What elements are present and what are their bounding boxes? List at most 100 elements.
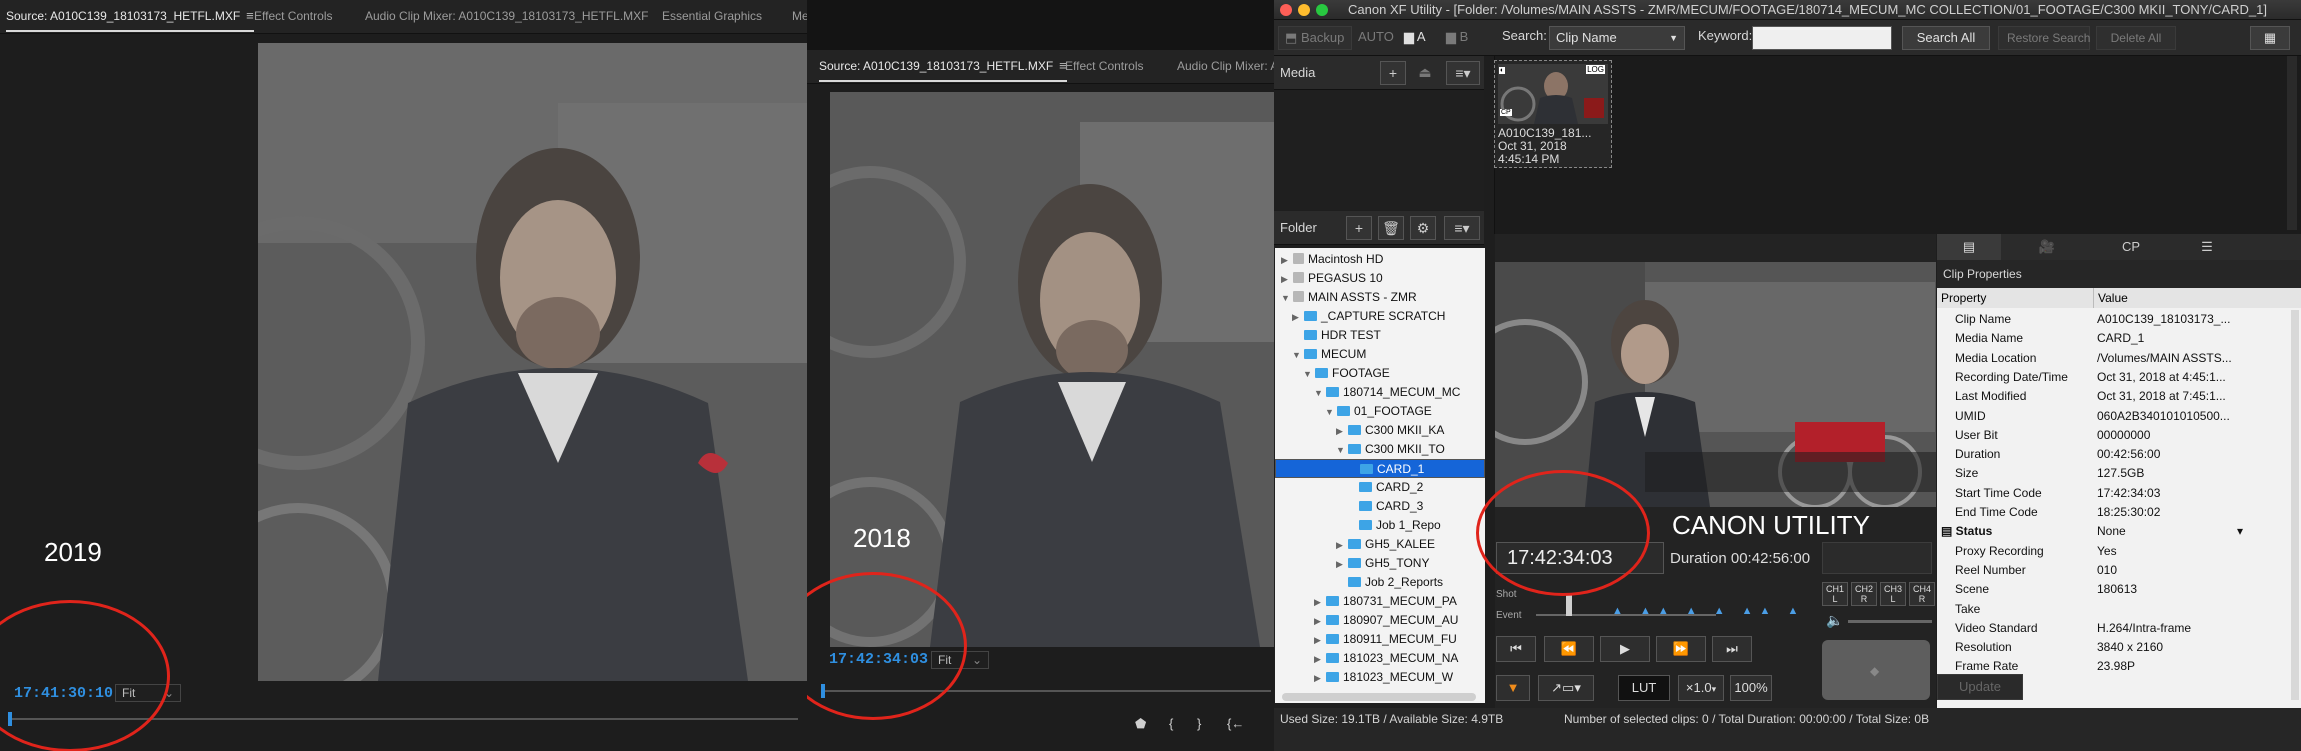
audio-channel-button[interactable]: CH4 R bbox=[1909, 582, 1935, 606]
folder-tree-item[interactable]: Job 1_Repo bbox=[1275, 516, 1485, 535]
collapsed-arrow-icon[interactable]: ▶ bbox=[1314, 650, 1324, 668]
folder-tree-item[interactable]: HDR TEST bbox=[1275, 326, 1485, 345]
step-forward-button[interactable]: ⏩ bbox=[1656, 636, 1706, 662]
minimize-window-icon[interactable] bbox=[1298, 4, 1310, 16]
property-row[interactable]: End Time Code 18:25:30:02 bbox=[1937, 503, 2301, 522]
tab-audio-clip-mixer[interactable]: Audio Clip Mixer: A010C139_18103173_HETF… bbox=[365, 0, 649, 34]
add-folder-button[interactable]: + bbox=[1346, 216, 1372, 240]
lut-button[interactable]: LUT bbox=[1618, 675, 1670, 701]
collapsed-arrow-icon[interactable]: ▶ bbox=[1336, 422, 1346, 440]
go-to-start-button[interactable]: ⏮ bbox=[1496, 636, 1536, 662]
in-point-icon[interactable]: { bbox=[1169, 716, 1173, 731]
out-point-icon[interactable]: } bbox=[1197, 716, 1201, 731]
audio-channel-button[interactable]: CH2 R bbox=[1851, 582, 1877, 606]
tab-overflow[interactable]: Me bbox=[792, 0, 807, 34]
step-back-button[interactable]: ⏪ bbox=[1544, 636, 1594, 662]
property-row[interactable]: Duration 00:42:56:00 bbox=[1937, 445, 2301, 464]
property-row[interactable]: Size 127.5GB bbox=[1937, 464, 2301, 483]
audio-channel-button[interactable]: CH1 L bbox=[1822, 582, 1848, 606]
property-row[interactable]: Take bbox=[1937, 600, 2301, 619]
folder-tree-item[interactable]: ▶ GH5_KALEE bbox=[1275, 535, 1485, 554]
marker-icon[interactable]: ⬟ bbox=[1135, 716, 1146, 732]
collapsed-arrow-icon[interactable]: ▶ bbox=[1314, 631, 1324, 649]
folder-tree-item[interactable]: ▶ 181023_MECUM_NA bbox=[1275, 649, 1485, 668]
backup-button[interactable]: ⬒ Backup bbox=[1278, 26, 1352, 50]
zoom-percent[interactable]: 100% bbox=[1730, 675, 1772, 701]
backup-b-button[interactable]: ▆ B bbox=[1444, 26, 1484, 50]
zoom-window-icon[interactable] bbox=[1316, 4, 1328, 16]
collapsed-arrow-icon[interactable]: ▶ bbox=[1292, 308, 1302, 326]
tab-source-2018[interactable]: Source: A010C139_18103173_HETFL.MXF ≡ bbox=[819, 50, 1067, 84]
play-button[interactable]: ▶ bbox=[1600, 636, 1650, 662]
property-row[interactable]: UMID 060A2B340101010500... bbox=[1937, 407, 2301, 426]
collapsed-arrow-icon[interactable]: ▶ bbox=[1314, 593, 1324, 611]
folder-tree-item[interactable]: CARD_1 bbox=[1275, 459, 1485, 478]
properties-scrollbar[interactable] bbox=[2291, 310, 2299, 700]
export-button[interactable]: ↗▭▾ bbox=[1538, 675, 1594, 701]
folder-tree-item[interactable]: ▼ 180714_MECUM_MC bbox=[1275, 383, 1485, 402]
folder-tree-item[interactable]: CARD_3 bbox=[1275, 497, 1485, 516]
folder-tree-item[interactable]: ▶ _CAPTURE SCRATCH bbox=[1275, 307, 1485, 326]
expanded-arrow-icon[interactable]: ▼ bbox=[1314, 384, 1324, 402]
eject-button[interactable]: ⏏ bbox=[1412, 61, 1438, 85]
search-all-button[interactable]: Search All bbox=[1902, 26, 1990, 50]
folder-tree-item[interactable]: ▶ PEGASUS 10 bbox=[1275, 269, 1485, 288]
update-button[interactable]: Update bbox=[1937, 674, 2023, 700]
collapsed-arrow-icon[interactable]: ▶ bbox=[1336, 555, 1346, 573]
property-row[interactable]: Media Location/Volumes/MAIN ASSTS... bbox=[1937, 349, 2301, 368]
speed-select[interactable]: ×1.0▾ bbox=[1678, 675, 1724, 701]
metadata-tab[interactable]: ☰ bbox=[2175, 234, 2239, 260]
folder-menu-button[interactable]: ≡▾ bbox=[1444, 216, 1480, 240]
property-row[interactable]: User Bit 00000000 bbox=[1937, 426, 2301, 445]
folder-tree-item[interactable]: ▶ 181023_MECUM_W bbox=[1275, 668, 1485, 687]
folder-tree-item[interactable]: ▼ MAIN ASSTS - ZMR bbox=[1275, 288, 1485, 307]
tab-source[interactable]: Source: A010C139_18103173_HETFL.MXF ≡ bbox=[6, 0, 254, 34]
property-row[interactable]: Proxy Recording Yes bbox=[1937, 542, 2301, 561]
property-row[interactable]: Resolution 3840 x 2160 bbox=[1937, 638, 2301, 657]
collapsed-arrow-icon[interactable]: ▶ bbox=[1336, 536, 1346, 554]
folder-tree-item[interactable]: ▼ FOOTAGE bbox=[1275, 364, 1485, 383]
tab-audio-clip-mixer-2018[interactable]: Audio Clip Mixer: A bbox=[1177, 50, 1274, 84]
collapsed-arrow-icon[interactable]: ▶ bbox=[1281, 270, 1291, 288]
property-row[interactable]: Scene 180613 bbox=[1937, 580, 2301, 599]
add-media-button[interactable]: + bbox=[1380, 61, 1406, 85]
folder-tree-item[interactable]: CARD_2 bbox=[1275, 478, 1485, 497]
audio-channel-button[interactable]: CH3 L bbox=[1880, 582, 1906, 606]
tab-effect-controls-2018[interactable]: Effect Controls bbox=[1065, 50, 1143, 84]
volume-icon[interactable]: 🔈 bbox=[1826, 612, 1843, 629]
jog-pad[interactable]: ◆ bbox=[1822, 640, 1930, 700]
expanded-arrow-icon[interactable]: ▼ bbox=[1303, 365, 1313, 383]
collapsed-arrow-icon[interactable]: ▶ bbox=[1314, 612, 1324, 630]
property-row[interactable]: Video Standard H.264/Intra-frame bbox=[1937, 619, 2301, 638]
property-row[interactable]: Clip Name A010C139_18103173_... bbox=[1937, 310, 2301, 329]
tab-effect-controls[interactable]: Effect Controls bbox=[254, 0, 332, 34]
media-menu-button[interactable]: ≡▾ bbox=[1446, 61, 1480, 85]
property-row[interactable]: Last Modified Oct 31, 2018 at 7:45:1... bbox=[1937, 387, 2301, 406]
property-row[interactable]: Media Name CARD_1 bbox=[1937, 329, 2301, 348]
clip-thumbnail[interactable]: ◐ LOG CP A010C139_181... Oct 31, 2018 4:… bbox=[1494, 60, 1612, 168]
property-row[interactable]: Recording Date/Time Oct 31, 2018 at 4:45:… bbox=[1937, 368, 2301, 387]
volume-slider[interactable] bbox=[1848, 620, 1932, 623]
expanded-arrow-icon[interactable]: ▼ bbox=[1281, 289, 1291, 307]
folder-tree-item[interactable]: ▶ 180731_MECUM_PA bbox=[1275, 592, 1485, 611]
folder-tree-item[interactable]: ▶ Macintosh HD bbox=[1275, 250, 1485, 269]
property-row[interactable]: ▤ Status None ▾ bbox=[1937, 522, 2301, 541]
folder-tree-item[interactable]: Job 2_Reports bbox=[1275, 573, 1485, 592]
mark-button[interactable]: ▼ bbox=[1496, 675, 1530, 701]
chevron-down-icon[interactable]: ▾ bbox=[2237, 522, 2243, 541]
close-window-icon[interactable] bbox=[1280, 4, 1292, 16]
collapsed-arrow-icon[interactable]: ▶ bbox=[1314, 669, 1324, 687]
folder-tree-item[interactable]: ▼ 01_FOOTAGE bbox=[1275, 402, 1485, 421]
folder-options-button[interactable]: ⚙ bbox=[1410, 216, 1436, 240]
expanded-arrow-icon[interactable]: ▼ bbox=[1325, 403, 1335, 421]
property-row[interactable]: Reel Number 010 bbox=[1937, 561, 2301, 580]
folder-tree-item[interactable]: ▼ MECUM bbox=[1275, 345, 1485, 364]
tab-essential-graphics[interactable]: Essential Graphics bbox=[662, 0, 762, 34]
view-mode-button[interactable]: ▦ bbox=[2250, 26, 2290, 50]
folder-tree-item[interactable]: ▼ C300 MKII_TO bbox=[1275, 440, 1485, 459]
folder-tree-item[interactable]: ▶ 180911_MECUM_FU bbox=[1275, 630, 1485, 649]
folder-tree-item[interactable]: ▶ GH5_TONY bbox=[1275, 554, 1485, 573]
auto-button[interactable]: AUTO bbox=[1354, 26, 1394, 50]
expanded-arrow-icon[interactable]: ▼ bbox=[1292, 346, 1302, 364]
property-row[interactable]: Start Time Code 17:42:34:03 bbox=[1937, 484, 2301, 503]
